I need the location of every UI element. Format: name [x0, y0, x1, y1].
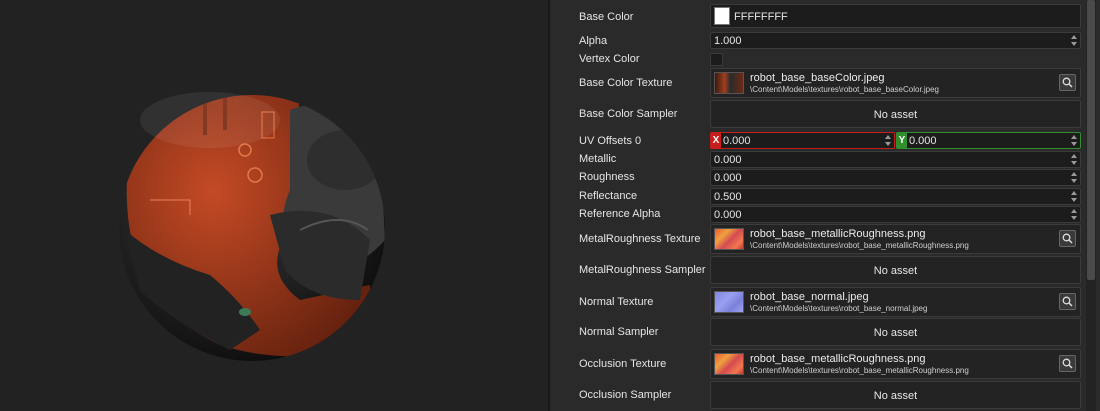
metal-roughness-texture-path: \Content\Models\textures\robot_base_meta… — [750, 241, 969, 250]
base-color-texture-thumbnail — [714, 72, 744, 94]
occlusion-sampler-label: Occlusion Sampler — [579, 389, 672, 401]
metallic-field[interactable]: 0.000 — [710, 151, 1081, 168]
normal-texture-label: Normal Texture — [579, 296, 654, 308]
reference-alpha-field[interactable]: 0.000 — [710, 206, 1081, 223]
search-icon — [1062, 296, 1073, 307]
search-icon — [1062, 77, 1073, 88]
occlusion-texture-path: \Content\Models\textures\robot_base_meta… — [750, 366, 969, 375]
roughness-label: Roughness — [579, 171, 635, 183]
metal-roughness-texture-label: MetalRoughness Texture — [579, 233, 701, 245]
occlusion-texture-thumbnail — [714, 353, 744, 375]
spinner-arrows-icon[interactable] — [1071, 34, 1078, 47]
metallic-value: 0.000 — [714, 154, 742, 166]
vertex-color-checkbox[interactable] — [710, 53, 723, 66]
occlusion-texture-field[interactable]: robot_base_metallicRoughness.png \Conten… — [710, 349, 1081, 379]
metal-roughness-texture-thumbnail — [714, 228, 744, 250]
metal-roughness-sampler-value: No asset — [873, 265, 918, 277]
scrollbar-thumb[interactable] — [1087, 0, 1095, 280]
spinner-arrows-icon[interactable] — [1071, 190, 1078, 203]
material-preview-sphere — [119, 92, 385, 361]
base-color-hex: FFFFFFFF — [734, 11, 788, 23]
base-color-swatch[interactable] — [714, 7, 730, 25]
base-color-sampler-label: Base Color Sampler — [579, 108, 678, 120]
occlusion-texture-label: Occlusion Texture — [579, 358, 667, 370]
uv-offset-y-axis: Y — [897, 133, 907, 148]
alpha-value: 1.000 — [714, 35, 742, 47]
reference-alpha-label: Reference Alpha — [579, 208, 661, 220]
base-color-sampler-field[interactable]: No asset — [710, 100, 1081, 128]
alpha-label: Alpha — [579, 35, 608, 47]
normal-sampler-label: Normal Sampler — [579, 326, 659, 338]
normal-texture-path: \Content\Models\textures\robot_base_norm… — [750, 304, 928, 313]
spinner-arrows-icon[interactable] — [1071, 208, 1078, 221]
base-color-texture-label: Base Color Texture — [579, 77, 673, 89]
spinner-arrows-icon[interactable] — [1071, 134, 1078, 147]
alpha-field[interactable]: 1.000 — [710, 32, 1081, 49]
base-color-texture-field[interactable]: robot_base_baseColor.jpeg \Content\Model… — [710, 68, 1081, 98]
reflectance-field[interactable]: 0.500 — [710, 188, 1081, 205]
normal-sampler-value: No asset — [873, 327, 918, 339]
base-color-sampler-value: No asset — [873, 109, 918, 121]
roughness-value: 0.000 — [714, 172, 742, 184]
spinner-arrows-icon[interactable] — [1071, 153, 1078, 166]
search-icon — [1062, 358, 1073, 369]
uv-offset-y-field[interactable]: Y 0.000 — [896, 132, 1081, 149]
metal-roughness-sampler-label: MetalRoughness Sampler — [579, 264, 706, 276]
roughness-field[interactable]: 0.000 — [710, 169, 1081, 186]
material-properties-panel: Base Color FFFFFFFF Alpha 1.000 Vertex C… — [550, 0, 1100, 411]
normal-texture-name: robot_base_normal.jpeg — [750, 291, 869, 303]
spinner-arrows-icon[interactable] — [1071, 171, 1078, 184]
occlusion-texture-name: robot_base_metallicRoughness.png — [750, 353, 926, 365]
metallic-label: Metallic — [579, 153, 617, 165]
metal-roughness-texture-picker-button[interactable] — [1059, 230, 1076, 247]
normal-texture-thumbnail — [714, 291, 744, 313]
occlusion-texture-picker-button[interactable] — [1059, 355, 1076, 372]
uv-offset-x-value: 0.000 — [723, 135, 751, 147]
reference-alpha-value: 0.000 — [714, 209, 742, 221]
uv-offset-y-value: 0.000 — [909, 135, 937, 147]
uv-offset-x-field[interactable]: X 0.000 — [710, 132, 895, 149]
occlusion-sampler-value: No asset — [873, 390, 918, 402]
properties-scrollbar[interactable] — [1086, 0, 1096, 411]
metal-roughness-sampler-field[interactable]: No asset — [710, 256, 1081, 284]
uv-offsets-label: UV Offsets 0 — [579, 135, 642, 147]
base-color-texture-path: \Content\Models\textures\robot_base_base… — [750, 85, 940, 94]
metal-roughness-texture-name: robot_base_metallicRoughness.png — [750, 228, 926, 240]
reflectance-label: Reflectance — [579, 190, 638, 202]
vertex-color-label: Vertex Color — [579, 53, 640, 65]
normal-sampler-field[interactable]: No asset — [710, 318, 1081, 346]
normal-texture-field[interactable]: robot_base_normal.jpeg \Content\Models\t… — [710, 287, 1081, 317]
base-color-texture-name: robot_base_baseColor.jpeg — [750, 72, 885, 84]
base-color-label: Base Color — [579, 11, 634, 23]
metal-roughness-texture-field[interactable]: robot_base_metallicRoughness.png \Conten… — [710, 224, 1081, 254]
base-color-texture-picker-button[interactable] — [1059, 74, 1076, 91]
uv-offset-x-axis: X — [711, 133, 721, 148]
occlusion-sampler-field[interactable]: No asset — [710, 381, 1081, 409]
spinner-arrows-icon[interactable] — [885, 134, 892, 147]
search-icon — [1062, 233, 1073, 244]
material-preview-viewport[interactable] — [0, 0, 548, 411]
base-color-field[interactable]: FFFFFFFF — [710, 4, 1081, 28]
normal-texture-picker-button[interactable] — [1059, 293, 1076, 310]
reflectance-value: 0.500 — [714, 191, 742, 203]
